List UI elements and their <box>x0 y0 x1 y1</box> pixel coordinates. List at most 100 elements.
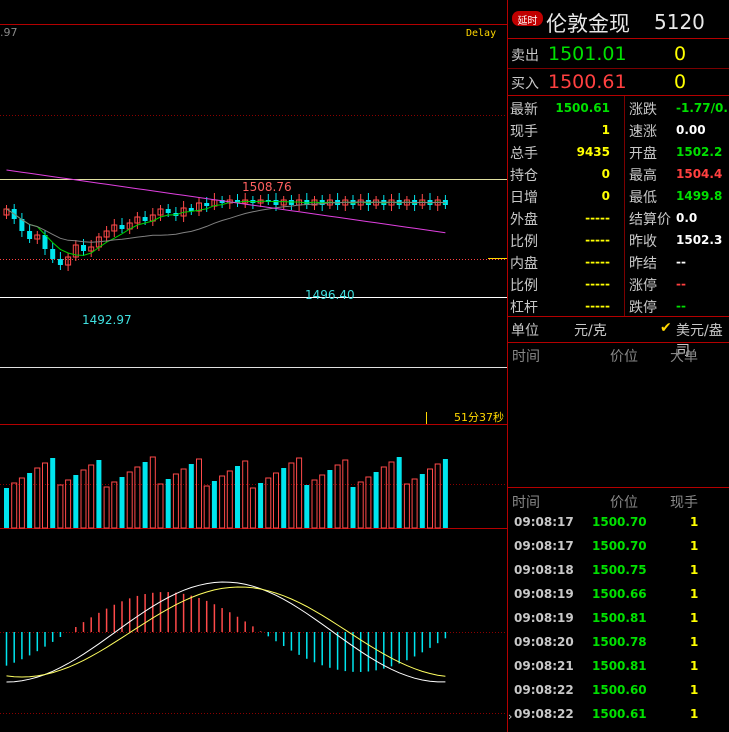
volume-bar <box>226 470 233 529</box>
volume-bar <box>265 477 272 529</box>
sell-price: 1501.01 <box>548 43 627 65</box>
buy-row[interactable]: 买入 1500.61 0 <box>508 70 729 96</box>
volume-bar <box>88 464 95 529</box>
candle-body <box>204 203 210 206</box>
volume-bar <box>103 486 110 529</box>
stat-label: 跌停 <box>629 300 657 316</box>
instrument-name: 伦敦金现 <box>546 12 630 36</box>
stat-label: 昨结 <box>629 256 657 272</box>
tick-time: 09:08:19 <box>514 587 574 601</box>
ticks-header: 时间 价位 现手 <box>512 495 698 511</box>
stat-value: 1499.8 <box>676 189 723 203</box>
tick-row: 09:08:19 1500.66 1 <box>508 583 729 607</box>
volume-bar <box>42 462 48 529</box>
tick-time: 09:08:22 <box>514 707 574 721</box>
big-orders-list <box>508 366 729 486</box>
tick-price: 1500.78 <box>592 635 647 649</box>
stat-value: -- <box>676 277 686 291</box>
stat-row: 比例 ----- 昨收 1502.3 <box>508 229 729 251</box>
volume-bar <box>34 467 41 529</box>
current-row-arrow-icon: › <box>508 710 513 723</box>
stat-row: 总手 9435 开盘 1502.2 <box>508 141 729 163</box>
volume-bar <box>373 472 379 528</box>
volume-bar <box>119 477 125 528</box>
quote-panel: 延时 伦敦金现 5120 卖出 1501.01 0 买入 1500.61 0 最… <box>507 0 729 732</box>
candle-body <box>165 209 171 213</box>
stat-label: 持仓 <box>510 168 538 184</box>
volume-bar <box>327 470 333 528</box>
sell-row[interactable]: 卖出 1501.01 0 <box>508 42 729 68</box>
tick-time: 09:08:19 <box>514 611 574 625</box>
low-price-label-left: 1492.97 <box>82 313 132 327</box>
stat-value: 0.00 <box>676 123 706 137</box>
volume-bar <box>434 463 441 529</box>
tick-row: 09:08:20 1500.78 1 <box>508 631 729 655</box>
volume-bar <box>142 462 148 528</box>
tick-price: 1500.70 <box>592 515 647 529</box>
volume-bar <box>134 466 141 529</box>
tick-time: 09:08:22 <box>514 683 574 697</box>
buy-qty: 0 <box>674 71 687 93</box>
stat-value: 1504.4 <box>676 167 723 181</box>
tick-time: 09:08:17 <box>514 539 574 553</box>
tick-price: 1500.75 <box>592 563 647 577</box>
volume-bar <box>80 469 87 529</box>
kline-chart-canvas[interactable] <box>0 0 507 732</box>
stat-value: -- <box>676 255 686 269</box>
ma-fast-line <box>6 200 446 256</box>
volume-bar <box>149 456 156 529</box>
stat-value: ----- <box>585 233 610 247</box>
stat-value: 1500.61 <box>555 101 610 115</box>
candle-body <box>57 259 63 265</box>
volume-bar <box>319 474 326 529</box>
volume-bar <box>281 468 287 528</box>
stat-value: 1502.2 <box>676 145 723 159</box>
candle-body <box>188 208 194 211</box>
volume-bar <box>172 473 179 529</box>
volume-bar <box>96 460 102 528</box>
tick-row: 09:08:19 1500.81 1 <box>508 607 729 631</box>
tick-row: 09:08:22 1500.61 1 <box>508 703 729 727</box>
stat-label: 现手 <box>510 124 538 140</box>
volume-bar <box>288 462 295 529</box>
high-price-label: 1508.76 <box>242 180 292 194</box>
volume-bar <box>258 483 264 528</box>
stat-label: 杠杆 <box>510 300 538 316</box>
low-price-label-right: 1496.40 <box>305 288 355 302</box>
stat-label: 涨停 <box>629 278 657 294</box>
stat-value: 9435 <box>576 145 610 159</box>
stat-value: 0.0 <box>676 211 698 225</box>
tick-qty: 1 <box>690 587 699 601</box>
volume-bar <box>4 488 9 528</box>
tick-price: 1500.81 <box>592 659 647 673</box>
candle-body <box>119 225 125 229</box>
tick-row: 09:08:17 1500.70 1 <box>508 511 729 535</box>
volume-bar <box>403 483 410 529</box>
tick-time: 09:08:18 <box>514 563 574 577</box>
tick-price: 1500.66 <box>592 587 647 601</box>
tick-price: 1500.81 <box>592 611 647 625</box>
kline-chart-area[interactable]: .97 Delay 1508.76 1492.97 1496.40 51分37秒 <box>0 0 507 732</box>
volume-bar <box>427 468 433 529</box>
stat-label: 开盘 <box>629 146 657 162</box>
bar-countdown: 51分37秒 <box>454 411 504 424</box>
volume-bar <box>11 482 18 529</box>
volume-bar <box>219 475 226 529</box>
big-orders-header: 时间 价位 大单 <box>512 349 698 365</box>
volume-bar <box>357 481 364 529</box>
stat-label: 总手 <box>510 146 538 162</box>
tick-time: 09:08:20 <box>514 635 574 649</box>
stat-label: 速涨 <box>629 124 657 140</box>
tick-row: 09:08:22 1500.60 1 <box>508 679 729 703</box>
volume-bar <box>180 468 187 529</box>
delay-badge: 延时 <box>512 11 543 27</box>
stat-row: 日增 0 最低 1499.8 <box>508 185 729 207</box>
stat-label: 最新 <box>510 102 538 118</box>
volume-bar <box>196 458 202 529</box>
stat-label: 外盘 <box>510 212 538 228</box>
stat-row: 持仓 0 最高 1504.4 <box>508 163 729 185</box>
stat-value: 0 <box>601 167 610 181</box>
volume-bar <box>296 457 303 529</box>
tick-time: 09:08:17 <box>514 515 574 529</box>
buy-price: 1500.61 <box>548 71 627 93</box>
